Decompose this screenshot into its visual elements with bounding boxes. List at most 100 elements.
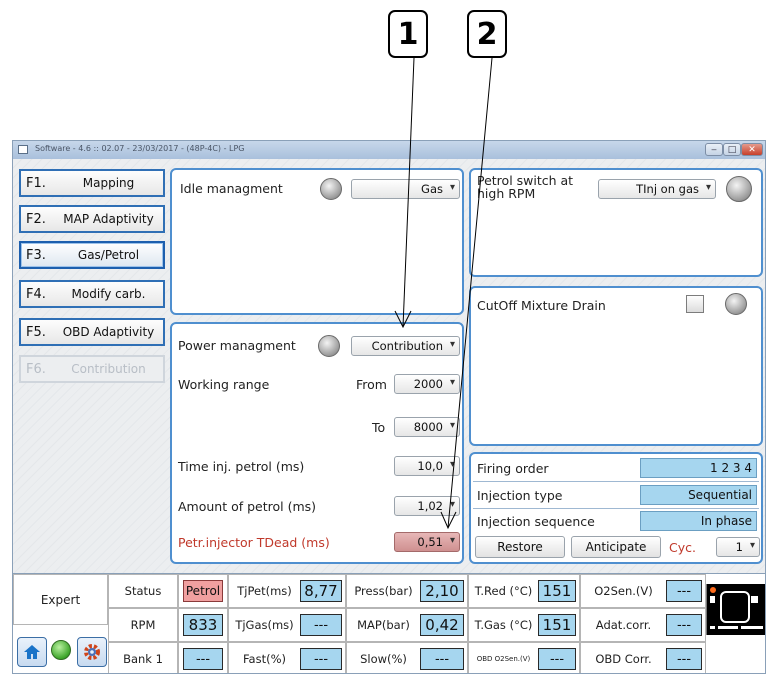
- status-label: Status: [124, 584, 162, 598]
- o2-cell: O2Sen.(V) ---: [580, 574, 706, 608]
- press-label: Press(bar): [354, 584, 413, 598]
- power-panel: Power managment Contribution Working ran…: [170, 322, 464, 564]
- f3-key: F3.: [26, 247, 46, 263]
- obd-corr-cell: OBD Corr. ---: [580, 642, 706, 673]
- bank-value-cell: ---: [178, 642, 228, 673]
- home-icon[interactable]: [17, 637, 47, 667]
- tjgas-value: ---: [300, 614, 342, 636]
- fuel-status-icon: [706, 584, 765, 635]
- from-select[interactable]: 2000: [394, 374, 460, 394]
- f2-label: MAP Adaptivity: [63, 212, 154, 226]
- f5-obd-adaptivity-button[interactable]: F5. OBD Adaptivity: [19, 318, 165, 346]
- title-bar: Software - 4.6 :: 02.07 - 23/03/2017 - (…: [13, 141, 765, 160]
- f6-label: Contribution: [71, 362, 146, 376]
- mode-cell: Expert: [13, 574, 108, 625]
- tdead-label: Petr.injector TDead (ms): [178, 535, 330, 550]
- power-label: Power managment: [178, 338, 296, 353]
- f1-label: Mapping: [82, 176, 135, 190]
- amount-petrol-select[interactable]: 1,02: [394, 496, 460, 516]
- restore-button[interactable]: Restore: [475, 536, 565, 558]
- petrol-switch-panel: Petrol switch at high RPM TInj on gas: [469, 168, 763, 277]
- settings-gear-icon[interactable]: [77, 637, 107, 667]
- separator: [473, 481, 759, 482]
- o2-label: O2Sen.(V): [594, 584, 653, 598]
- time-inj-select[interactable]: 10,0: [394, 456, 460, 476]
- maximize-button[interactable]: □: [723, 143, 741, 156]
- fast-cell: Fast(%) ---: [228, 642, 346, 673]
- adat-cell: Adat.corr. ---: [580, 608, 706, 642]
- obd-corr-label: OBD Corr.: [595, 652, 652, 666]
- cutoff-label: CutOff Mixture Drain: [477, 298, 606, 313]
- injection-type-value: Sequential: [640, 485, 757, 505]
- press-value: 2,10: [420, 580, 464, 602]
- to-label: To: [372, 420, 386, 435]
- f4-label: Modify carb.: [71, 287, 146, 301]
- adat-label: Adat.corr.: [595, 618, 652, 632]
- cyc-select[interactable]: 1: [716, 537, 760, 557]
- f3-gas-petrol-button[interactable]: F3. Gas/Petrol: [19, 241, 165, 269]
- tjgas-cell: TjGas(ms) ---: [228, 608, 346, 642]
- amount-petrol-label: Amount of petrol (ms): [178, 499, 317, 514]
- petrol-switch-label: Petrol switch at high RPM: [477, 173, 574, 201]
- window-title: Software - 4.6 :: 02.07 - 23/03/2017 - (…: [35, 144, 245, 153]
- slow-cell: Slow(%) ---: [346, 642, 468, 673]
- f2-key: F2.: [26, 211, 46, 227]
- rpm-value: 833: [183, 614, 223, 636]
- to-select[interactable]: 8000: [394, 417, 460, 437]
- map-cell: MAP(bar) 0,42: [346, 608, 468, 642]
- status-cell: Status: [108, 574, 178, 608]
- bank-label: Bank 1: [123, 652, 163, 666]
- f5-label: OBD Adaptivity: [62, 325, 155, 339]
- map-label: MAP(bar): [357, 618, 410, 632]
- injection-sequence-value: In phase: [640, 511, 757, 531]
- status-led-icon: [51, 640, 71, 660]
- map-value: 0,42: [420, 614, 464, 636]
- from-label: From: [356, 377, 387, 392]
- minimize-button[interactable]: ‒: [705, 143, 723, 156]
- f2-map-adaptivity-button[interactable]: F2. MAP Adaptivity: [19, 205, 165, 233]
- slow-label: Slow(%): [360, 652, 407, 666]
- slow-value: ---: [420, 648, 464, 670]
- tgas-label: T.Gas (°C): [474, 618, 533, 632]
- cutoff-checkbox[interactable]: [686, 295, 704, 313]
- quick-actions: [13, 625, 108, 673]
- fast-value: ---: [300, 648, 342, 670]
- injection-panel: Firing order 1 2 3 4 Injection type Sequ…: [469, 452, 763, 564]
- f6-key: F6.: [26, 361, 46, 377]
- app-icon: [18, 145, 28, 154]
- f3-label: Gas/Petrol: [77, 248, 140, 262]
- injection-sequence-label: Injection sequence: [477, 514, 595, 529]
- power-select[interactable]: Contribution: [351, 336, 460, 356]
- status-value-cell: Petrol: [178, 574, 228, 608]
- idle-select[interactable]: Gas: [351, 179, 460, 199]
- idle-label: Idle managment: [180, 181, 283, 196]
- firing-order-label: Firing order: [477, 461, 549, 476]
- obd-o2-label: OBD O2Sen.(V): [476, 655, 531, 663]
- adat-value: ---: [666, 614, 702, 636]
- separator: [473, 508, 759, 509]
- rpm-value-cell: 833: [178, 608, 228, 642]
- obd-o2-value: ---: [538, 648, 576, 670]
- f1-mapping-button[interactable]: F1. Mapping: [19, 169, 165, 197]
- f4-modify-carb-button[interactable]: F4. Modify carb.: [19, 280, 165, 308]
- anticipate-button[interactable]: Anticipate: [571, 536, 661, 558]
- f5-key: F5.: [26, 324, 46, 340]
- rpm-cell: RPM: [108, 608, 178, 642]
- petrol-switch-select[interactable]: TInj on gas: [598, 179, 716, 199]
- status-value: Petrol: [183, 580, 223, 602]
- cutoff-panel: CutOff Mixture Drain: [469, 286, 763, 446]
- callout-2: 2: [467, 10, 507, 58]
- working-range-label: Working range: [178, 377, 270, 392]
- close-button[interactable]: ✕: [741, 143, 763, 156]
- tred-label: T.Red (°C): [474, 584, 533, 598]
- obd-o2-cell: OBD O2Sen.(V) ---: [468, 642, 580, 673]
- f4-key: F4.: [26, 286, 46, 302]
- obd-corr-value: ---: [666, 648, 702, 670]
- f6-contribution-button: F6. Contribution: [19, 355, 165, 383]
- tdead-select[interactable]: 0,51: [394, 532, 460, 552]
- idle-panel: Idle managment Gas: [170, 168, 464, 315]
- time-inj-label: Time inj. petrol (ms): [178, 459, 305, 474]
- bank-cell: Bank 1: [108, 642, 178, 673]
- rpm-label: RPM: [130, 618, 156, 632]
- tgas-value: 151: [538, 614, 576, 636]
